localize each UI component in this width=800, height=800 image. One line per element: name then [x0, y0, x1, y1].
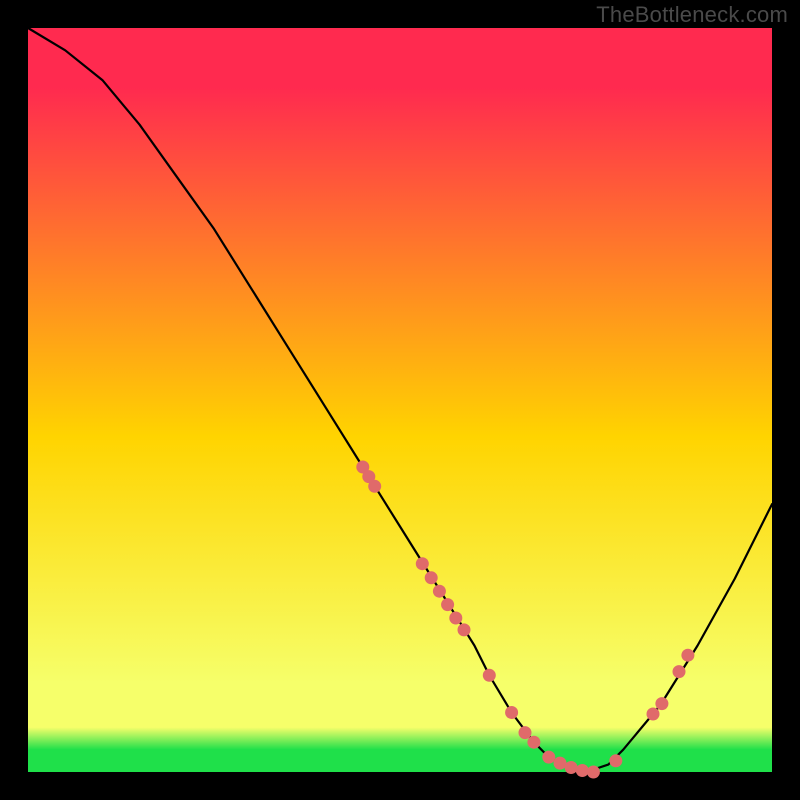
data-marker	[647, 708, 660, 721]
data-marker	[483, 669, 496, 682]
data-marker	[655, 697, 668, 710]
data-marker	[519, 726, 532, 739]
chart-frame: TheBottleneck.com	[0, 0, 800, 800]
marker-group	[356, 461, 694, 779]
data-marker	[527, 736, 540, 749]
data-marker	[554, 757, 567, 770]
data-marker	[505, 706, 518, 719]
data-marker	[441, 598, 454, 611]
curve-svg	[28, 28, 772, 772]
watermark-text: TheBottleneck.com	[596, 2, 788, 28]
data-marker	[587, 766, 600, 779]
data-marker	[425, 571, 438, 584]
data-marker	[565, 761, 578, 774]
plot-gradient-area	[28, 28, 772, 772]
data-marker	[542, 751, 555, 764]
data-marker	[673, 665, 686, 678]
data-marker	[576, 764, 589, 777]
data-marker	[458, 623, 471, 636]
data-marker	[609, 754, 622, 767]
data-marker	[681, 649, 694, 662]
bottleneck-curve	[28, 28, 772, 772]
data-marker	[449, 612, 462, 625]
data-marker	[368, 480, 381, 493]
data-marker	[433, 585, 446, 598]
data-marker	[416, 557, 429, 570]
